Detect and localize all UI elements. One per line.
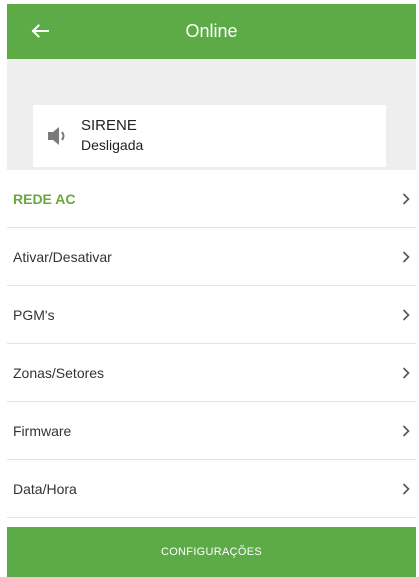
menu-item-data-hora[interactable]: Data/Hora (7, 460, 416, 518)
siren-status-card: SIRENE Desligada (33, 105, 386, 167)
menu-item-label: Zonas/Setores (13, 365, 105, 381)
status-area: SIRENE Desligada (7, 59, 416, 170)
siren-status-value: Desligada (81, 137, 144, 153)
chevron-right-icon (402, 483, 410, 495)
chevron-right-icon (402, 193, 410, 205)
menu-item-label: REDE AC (13, 191, 76, 207)
page-title: Online (185, 21, 238, 41)
chevron-right-icon (402, 425, 410, 437)
configuracoes-button[interactable]: CONFIGURAÇÕES (7, 527, 416, 577)
settings-menu: REDE AC Ativar/Desativar PGM's Zonas/Set… (7, 170, 416, 518)
menu-item-zonas-setores[interactable]: Zonas/Setores (7, 344, 416, 402)
siren-label: SIRENE (81, 117, 137, 134)
arrow-left-icon (31, 24, 49, 38)
speaker-icon (48, 127, 65, 145)
menu-item-label: Ativar/Desativar (13, 249, 112, 265)
chevron-right-icon (402, 309, 410, 321)
menu-item-label: Data/Hora (13, 481, 77, 497)
menu-item-pgms[interactable]: PGM's (7, 286, 416, 344)
app-header: Online (7, 4, 416, 59)
menu-item-label: Firmware (13, 423, 72, 439)
back-button[interactable] (25, 16, 55, 46)
chevron-right-icon (402, 367, 410, 379)
menu-item-ativar-desativar[interactable]: Ativar/Desativar (7, 228, 416, 286)
menu-item-rede-ac[interactable]: REDE AC (7, 170, 416, 228)
menu-item-label: PGM's (13, 307, 55, 323)
chevron-right-icon (402, 251, 410, 263)
menu-item-firmware[interactable]: Firmware (7, 402, 416, 460)
